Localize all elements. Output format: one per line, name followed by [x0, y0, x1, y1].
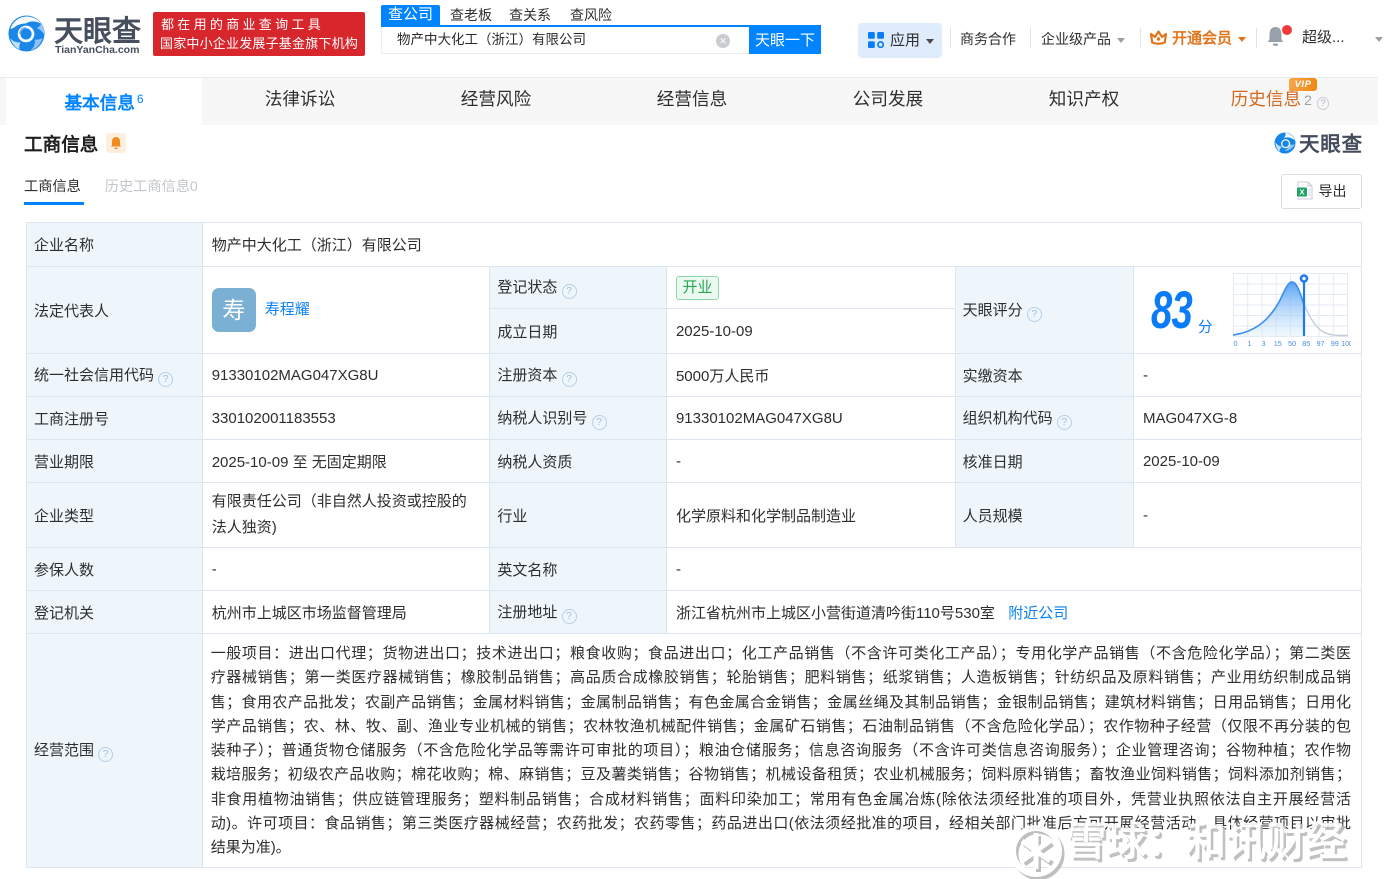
svg-text:99: 99	[1331, 339, 1339, 348]
svg-text:X: X	[1299, 188, 1304, 197]
svg-text:100: 100	[1341, 341, 1351, 348]
svg-text:0: 0	[1233, 339, 1237, 348]
svg-text:天眼查: 天眼查	[1299, 132, 1363, 154]
svg-text:15: 15	[1274, 339, 1282, 348]
svg-text:85: 85	[1302, 339, 1310, 348]
svg-text:3: 3	[1261, 339, 1265, 348]
svg-text:97: 97	[1316, 339, 1324, 348]
svg-text:1: 1	[1247, 339, 1251, 348]
svg-text:50: 50	[1288, 339, 1296, 348]
